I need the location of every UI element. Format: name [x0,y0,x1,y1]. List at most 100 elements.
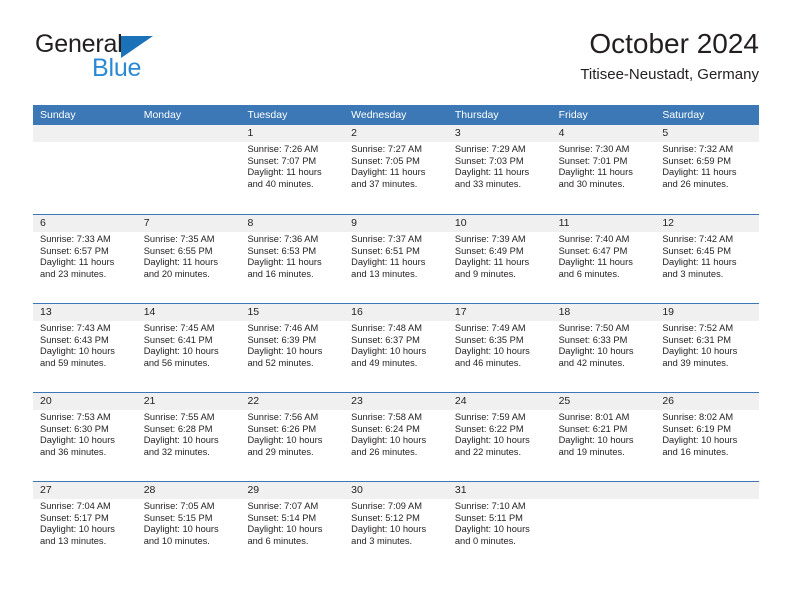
day-number: 24 [447,393,552,410]
calendar-day-cell[interactable]: 14 Sunrise: 7:45 AM Sunset: 6:41 PM Dayligh… [136,304,241,392]
sunrise-time: Sunrise: 7:43 AM [40,323,111,333]
day-sun-info: Sunrise: 7:43 AM Sunset: 6:43 PM Daylight:… [33,321,137,369]
calendar-day-cell[interactable]: 4 Sunrise: 7:30 AM Sunset: 7:01 PM Daylight… [551,125,656,214]
daylight-duration-line2: and 6 minutes. [247,535,309,546]
daylight-duration-line2: and 16 minutes. [662,446,729,457]
sunrise-time: Sunrise: 7:52 AM [662,323,734,333]
day-sun-info: Sunrise: 7:58 AM Sunset: 6:24 PM Daylight:… [344,410,448,458]
daylight-duration-line2: and 32 minutes. [143,446,210,457]
sunrise-time: Sunrise: 7:56 AM [247,412,319,422]
daylight-duration-line2: and 29 minutes. [247,446,314,457]
sunrise-time: Sunrise: 7:04 AM [40,501,111,511]
day-number: 17 [447,304,552,321]
calendar-grid: Sunday Monday Tuesday Wednesday Thursday… [33,105,760,570]
sunset-time: Sunset: 6:24 PM [351,423,420,434]
calendar-day-cell-empty [655,482,760,570]
calendar-day-cell-empty [551,482,656,570]
sunset-time: Sunset: 6:57 PM [40,245,109,256]
sunrise-time: Sunrise: 7:50 AM [558,323,630,333]
calendar-day-cell[interactable]: 8 Sunrise: 7:36 AM Sunset: 6:53 PM Daylight… [240,215,345,303]
sunrise-time: Sunrise: 7:59 AM [454,412,526,422]
calendar-day-cell[interactable]: 15 Sunrise: 7:46 AM Sunset: 6:39 PM Dayligh… [240,304,345,392]
sunrise-time: Sunrise: 7:42 AM [662,234,734,244]
calendar-day-cell[interactable]: 24 Sunrise: 7:59 AM Sunset: 6:22 PM Dayligh… [447,393,552,481]
day-number: 1 [240,125,345,142]
day-number [551,482,656,499]
daylight-duration-line2: and 49 minutes. [351,357,418,368]
sunset-time: Sunset: 7:05 PM [351,155,420,166]
sunset-time: Sunset: 6:26 PM [247,423,317,434]
sunset-time: Sunset: 5:15 PM [143,512,213,523]
sunrise-time: Sunrise: 7:27 AM [351,144,422,154]
calendar-day-cell[interactable]: 16 Sunrise: 7:48 AM Sunset: 6:37 PM Dayligh… [344,304,448,392]
sunrise-time: Sunrise: 7:58 AM [351,412,422,422]
daylight-duration-line2: and 20 minutes. [143,268,210,279]
daylight-duration-line1: Daylight: 10 hours [351,346,427,357]
calendar-day-cell[interactable]: 21 Sunrise: 7:55 AM Sunset: 6:28 PM Dayligh… [136,393,241,481]
sunrise-time: Sunrise: 7:37 AM [351,234,422,244]
day-number: 10 [447,215,552,232]
daylight-duration-line1: Daylight: 11 hours [247,257,322,268]
daylight-duration-line1: Daylight: 10 hours [247,524,323,535]
sunset-time: Sunset: 7:03 PM [454,155,524,166]
calendar-day-cell[interactable]: 12 Sunrise: 7:42 AM Sunset: 6:45 PM Dayligh… [655,215,760,303]
title-block: October 2024 Titisee-Neustadt, Germany [580,28,759,83]
sunset-time: Sunset: 7:01 PM [558,155,628,166]
calendar-day-cell[interactable]: 20 Sunrise: 7:53 AM Sunset: 6:30 PM Dayligh… [33,393,137,481]
daylight-duration-line1: Daylight: 10 hours [40,435,115,446]
sunrise-time: Sunrise: 7:35 AM [143,234,215,244]
calendar-day-cell[interactable]: 2 Sunrise: 7:27 AM Sunset: 7:05 PM Daylight… [344,125,448,214]
sunset-time: Sunset: 6:43 PM [40,334,109,345]
calendar-day-cell[interactable]: 29 Sunrise: 7:07 AM Sunset: 5:14 PM Dayligh… [240,482,345,570]
calendar-day-cell[interactable]: 10 Sunrise: 7:39 AM Sunset: 6:49 PM Dayligh… [447,215,552,303]
day-sun-info: Sunrise: 7:30 AM Sunset: 7:01 PM Daylight:… [552,142,656,190]
calendar-day-cell[interactable]: 18 Sunrise: 7:50 AM Sunset: 6:33 PM Dayligh… [551,304,656,392]
calendar-day-cell[interactable]: 5 Sunrise: 7:32 AM Sunset: 6:59 PM Daylight… [655,125,760,214]
daylight-duration-line2: and 59 minutes. [40,357,107,368]
calendar-day-cell[interactable]: 25 Sunrise: 8:01 AM Sunset: 6:21 PM Dayligh… [551,393,656,481]
calendar-day-cell[interactable]: 19 Sunrise: 7:52 AM Sunset: 6:31 PM Dayligh… [655,304,760,392]
day-number [33,125,137,142]
day-sun-info: Sunrise: 7:40 AM Sunset: 6:47 PM Daylight:… [552,232,656,280]
day-number: 11 [551,215,656,232]
sunset-time: Sunset: 7:07 PM [247,155,317,166]
sunset-time: Sunset: 6:39 PM [247,334,317,345]
calendar-day-cell[interactable]: 27 Sunrise: 7:04 AM Sunset: 5:17 PM Dayligh… [33,482,137,570]
daylight-duration-line2: and 9 minutes. [454,268,516,279]
weekday-friday: Friday [558,109,588,121]
sunset-time: Sunset: 6:31 PM [662,334,732,345]
day-number [655,482,760,499]
calendar-day-cell[interactable]: 11 Sunrise: 7:40 AM Sunset: 6:47 PM Dayligh… [551,215,656,303]
sunset-time: Sunset: 6:41 PM [143,334,213,345]
sunset-time: Sunset: 6:59 PM [662,155,732,166]
calendar-day-cell[interactable]: 9 Sunrise: 7:37 AM Sunset: 6:51 PM Daylight… [344,215,448,303]
day-sun-info: Sunrise: 7:36 AM Sunset: 6:53 PM Daylight:… [240,232,344,280]
day-number: 14 [136,304,241,321]
weekday-saturday: Saturday [662,109,705,121]
day-sun-info: Sunrise: 7:45 AM Sunset: 6:41 PM Daylight:… [137,321,241,369]
calendar-day-cell[interactable]: 13 Sunrise: 7:43 AM Sunset: 6:43 PM Dayligh… [33,304,137,392]
sunset-time: Sunset: 6:30 PM [40,423,109,434]
calendar-day-cell[interactable]: 26 Sunrise: 8:02 AM Sunset: 6:19 PM Dayligh… [655,393,760,481]
generalblue-logo[interactable]: General Blue [33,28,233,92]
calendar-day-cell[interactable]: 3 Sunrise: 7:29 AM Sunset: 7:03 PM Daylight… [447,125,552,214]
calendar-day-cell[interactable]: 30 Sunrise: 7:09 AM Sunset: 5:12 PM Dayligh… [344,482,448,570]
weekday-monday: Monday [143,109,182,121]
day-sun-info: Sunrise: 7:56 AM Sunset: 6:26 PM Daylight:… [240,410,344,458]
daylight-duration-line1: Daylight: 10 hours [40,346,115,357]
calendar-day-cell[interactable]: 31 Sunrise: 7:10 AM Sunset: 5:11 PM Dayligh… [447,482,552,570]
calendar-day-cell[interactable]: 23 Sunrise: 7:58 AM Sunset: 6:24 PM Dayligh… [344,393,448,481]
daylight-duration-line2: and 22 minutes. [454,446,522,457]
calendar-day-cell[interactable]: 22 Sunrise: 7:56 AM Sunset: 6:26 PM Dayligh… [240,393,345,481]
sunset-time: Sunset: 6:55 PM [143,245,213,256]
calendar-day-cell[interactable]: 17 Sunrise: 7:49 AM Sunset: 6:35 PM Dayligh… [447,304,552,392]
sunrise-time: Sunrise: 7:26 AM [247,144,319,154]
calendar-day-cell[interactable]: 6 Sunrise: 7:33 AM Sunset: 6:57 PM Daylight… [33,215,137,303]
sunset-time: Sunset: 6:37 PM [351,334,420,345]
sunset-time: Sunset: 5:11 PM [454,512,523,523]
calendar-day-cell[interactable]: 7 Sunrise: 7:35 AM Sunset: 6:55 PM Daylight… [136,215,241,303]
daylight-duration-line1: Daylight: 11 hours [558,257,633,268]
daylight-duration-line1: Daylight: 11 hours [454,257,530,268]
calendar-day-cell[interactable]: 1 Sunrise: 7:26 AM Sunset: 7:07 PM Daylight… [240,125,345,214]
calendar-day-cell[interactable]: 28 Sunrise: 7:05 AM Sunset: 5:15 PM Dayligh… [136,482,241,570]
